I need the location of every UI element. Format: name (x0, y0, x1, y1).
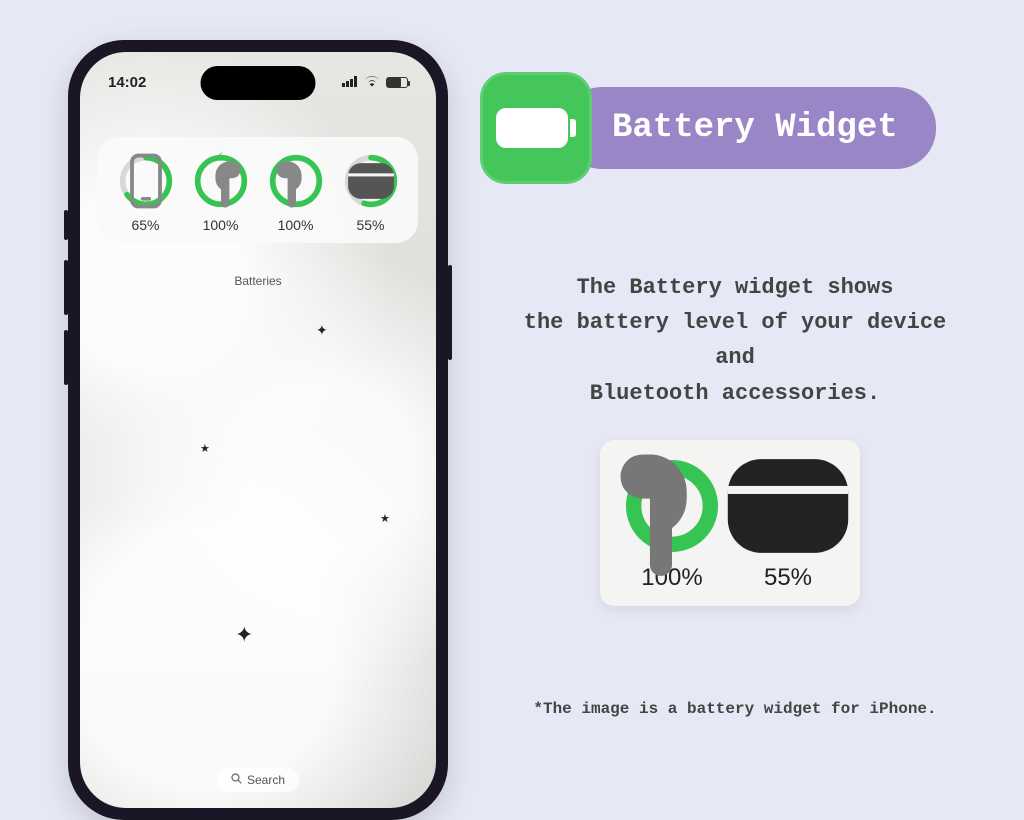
sparkle-icon: ✦ (316, 322, 328, 339)
percent-label: 55% (343, 217, 399, 233)
batteries-widget[interactable]: 65% ⚡︎ 100% (98, 137, 418, 243)
page-title: Battery Widget (562, 87, 936, 169)
zoom-item-airpod-right: 100% (626, 460, 718, 592)
widget-item-airpod-right: 100% (268, 153, 324, 233)
airpod-left-icon (193, 153, 249, 209)
battery-ring (118, 153, 174, 209)
volume-up-button-icon (64, 260, 68, 315)
airpod-right-icon (626, 460, 718, 552)
percent-label: 100% (268, 217, 324, 233)
battery-ring (268, 153, 324, 209)
side-button-icon (448, 265, 452, 360)
sparkle-icon: ★ (380, 512, 390, 525)
battery-ring (343, 153, 399, 209)
battery-icon (496, 108, 568, 148)
widget-item-phone: 65% (118, 153, 174, 233)
phone-screen: 14:02 65% (80, 52, 436, 808)
mute-switch-icon (64, 210, 68, 240)
description: The Battery widget shows the battery lev… (500, 270, 970, 411)
description-line: Bluetooth accessories. (500, 376, 970, 411)
widget-item-case: 55% (343, 153, 399, 233)
phone-frame: 14:02 65% (68, 40, 448, 820)
widget-item-airpod-left: ⚡︎ 100% (193, 153, 249, 233)
battery-ring (742, 460, 834, 552)
airpods-case-icon (343, 153, 399, 209)
widget-title-label: Batteries (80, 274, 436, 288)
battery-status-icon (386, 77, 408, 88)
cellular-icon (342, 75, 358, 90)
percent-label: 65% (118, 217, 174, 233)
status-bar: 14:02 (80, 74, 436, 91)
app-icon (480, 72, 592, 184)
battery-ring: ⚡︎ (193, 153, 249, 209)
batteries-widget-zoom: 100% 55% (600, 440, 860, 606)
sparkle-icon: ✦ (235, 622, 253, 648)
phone-icon (118, 153, 174, 209)
title-row: Battery Widget (480, 72, 936, 184)
sparkle-icon: ★ (200, 442, 210, 455)
description-line: The Battery widget shows (500, 270, 970, 305)
wifi-icon (364, 75, 380, 90)
search-label: Search (247, 773, 285, 787)
volume-down-button-icon (64, 330, 68, 385)
battery-ring (626, 460, 718, 552)
battery-tip-icon (570, 119, 576, 137)
footnote: *The image is a battery widget for iPhon… (500, 700, 970, 718)
description-line: the battery level of your device and (500, 305, 970, 375)
airpods-case-icon (742, 460, 834, 552)
percent-label: 100% (193, 217, 249, 233)
search-icon (231, 773, 242, 787)
zoom-item-case: 55% (742, 460, 834, 592)
status-time: 14:02 (108, 74, 146, 91)
home-search[interactable]: Search (217, 768, 299, 792)
airpod-right-icon (268, 153, 324, 209)
